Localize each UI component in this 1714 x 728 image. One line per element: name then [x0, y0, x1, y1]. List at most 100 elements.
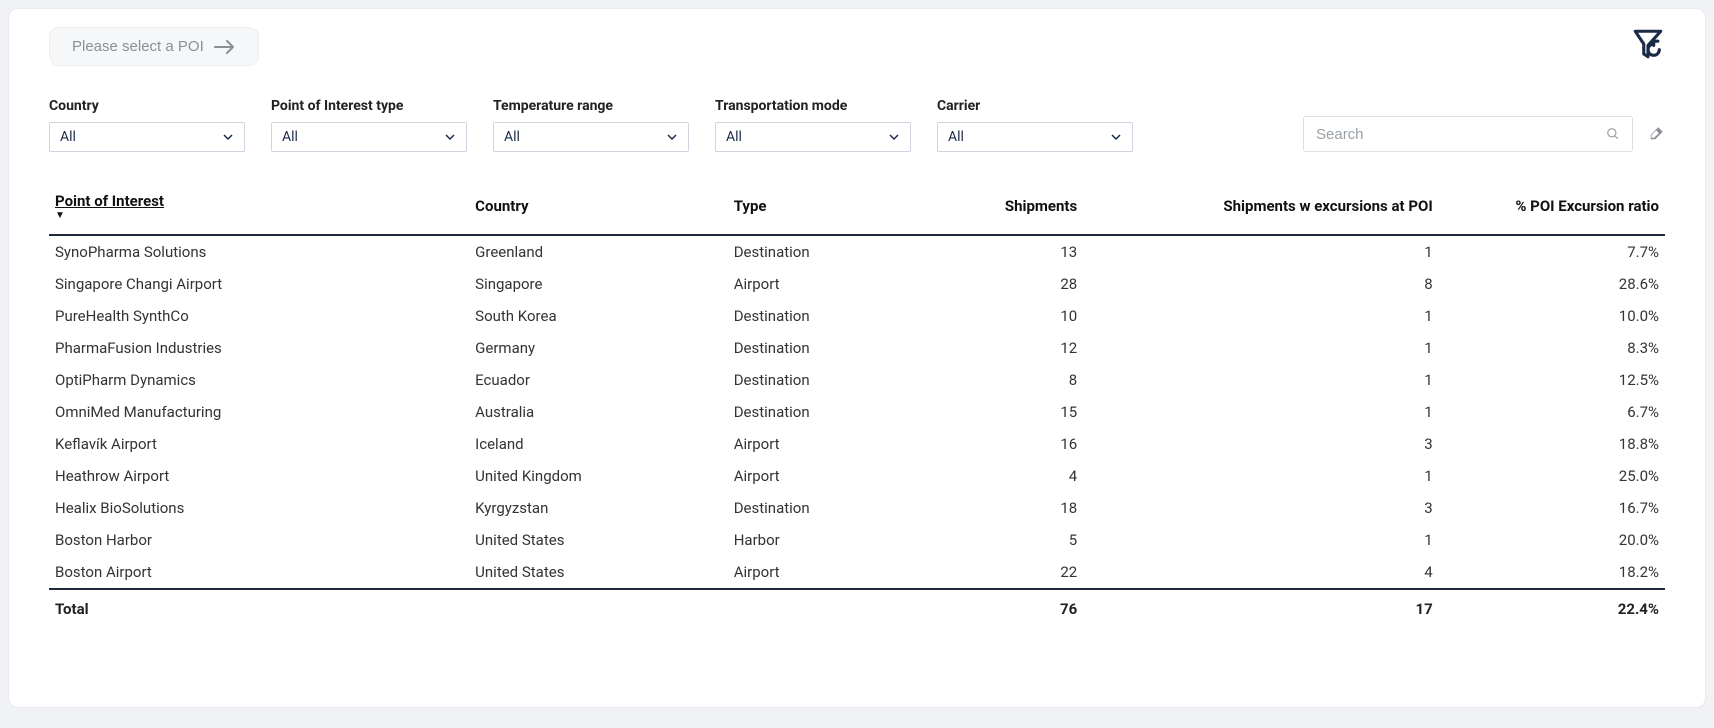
cell-poi: PharmaFusion Industries — [49, 332, 469, 364]
cell-excursions: 4 — [1083, 556, 1439, 589]
cell-country: Australia — [469, 396, 728, 428]
cell-poi: OmniMed Manufacturing — [49, 396, 469, 428]
search-icon — [1606, 127, 1620, 141]
column-header-excursions[interactable]: Shipments w excursions at POI — [1083, 182, 1439, 235]
cell-ratio: 20.0% — [1439, 524, 1665, 556]
table-row[interactable]: Singapore Changi AirportSingaporeAirport… — [49, 268, 1665, 300]
column-header-type[interactable]: Type — [728, 182, 922, 235]
column-header-shipments[interactable]: Shipments — [922, 182, 1084, 235]
cell-country: Greenland — [469, 235, 728, 268]
cell-type: Destination — [728, 332, 922, 364]
filter-country-select[interactable]: All — [49, 122, 245, 152]
table-row[interactable]: Boston HarborUnited StatesHarbor5120.0% — [49, 524, 1665, 556]
filter-poi-type-value: All — [282, 129, 298, 145]
filter-poi-type-select[interactable]: All — [271, 122, 467, 152]
cell-country: Germany — [469, 332, 728, 364]
cell-shipments: 22 — [922, 556, 1084, 589]
cell-type: Airport — [728, 460, 922, 492]
cell-shipments: 12 — [922, 332, 1084, 364]
cell-country: United States — [469, 524, 728, 556]
cell-type: Destination — [728, 492, 922, 524]
chevron-down-icon — [1110, 131, 1122, 143]
cell-country: United States — [469, 556, 728, 589]
chevron-down-icon — [888, 131, 900, 143]
cell-country: Kyrgyzstan — [469, 492, 728, 524]
table-row[interactable]: OmniMed ManufacturingAustraliaDestinatio… — [49, 396, 1665, 428]
chevron-down-icon — [444, 131, 456, 143]
cell-excursions: 8 — [1083, 268, 1439, 300]
cell-excursions: 3 — [1083, 428, 1439, 460]
total-shipments: 76 — [922, 589, 1084, 628]
cell-type: Destination — [728, 364, 922, 396]
chevron-down-icon — [222, 131, 234, 143]
cell-excursions: 1 — [1083, 332, 1439, 364]
cell-ratio: 16.7% — [1439, 492, 1665, 524]
cell-poi: Boston Harbor — [49, 524, 469, 556]
cell-ratio: 6.7% — [1439, 396, 1665, 428]
cell-poi: PureHealth SynthCo — [49, 300, 469, 332]
cell-ratio: 18.8% — [1439, 428, 1665, 460]
search-box[interactable] — [1303, 116, 1633, 152]
cell-poi: Healix BioSolutions — [49, 492, 469, 524]
filter-temp-range-label: Temperature range — [493, 98, 689, 114]
cell-excursions: 1 — [1083, 396, 1439, 428]
cell-ratio: 8.3% — [1439, 332, 1665, 364]
search-input[interactable] — [1316, 126, 1596, 143]
cell-type: Harbor — [728, 524, 922, 556]
cell-country: United Kingdom — [469, 460, 728, 492]
filter-carrier-select[interactable]: All — [937, 122, 1133, 152]
total-ratio: 22.4% — [1439, 589, 1665, 628]
cell-type: Airport — [728, 268, 922, 300]
cell-excursions: 1 — [1083, 460, 1439, 492]
poi-select-button[interactable]: Please select a POI — [49, 27, 259, 66]
table-row[interactable]: Keflavík AirportIcelandAirport16318.8% — [49, 428, 1665, 460]
table-row[interactable]: SynoPharma SolutionsGreenlandDestination… — [49, 235, 1665, 268]
cell-ratio: 10.0% — [1439, 300, 1665, 332]
cell-country: Iceland — [469, 428, 728, 460]
cell-poi: Heathrow Airport — [49, 460, 469, 492]
chevron-down-icon — [666, 131, 678, 143]
cell-type: Airport — [728, 428, 922, 460]
filter-poi-type: Point of Interest type All — [271, 98, 467, 152]
table-row[interactable]: PharmaFusion IndustriesGermanyDestinatio… — [49, 332, 1665, 364]
cell-excursions: 1 — [1083, 524, 1439, 556]
column-header-ratio[interactable]: % POI Excursion ratio — [1439, 182, 1665, 235]
table-total-row: Total 76 17 22.4% — [49, 589, 1665, 628]
sort-desc-icon: ▼ — [55, 212, 65, 220]
filter-country: Country All — [49, 98, 245, 152]
filter-transport-mode-value: All — [726, 129, 742, 145]
table-row[interactable]: Heathrow AirportUnited KingdomAirport412… — [49, 460, 1665, 492]
column-header-country[interactable]: Country — [469, 182, 728, 235]
table-row[interactable]: OptiPharm DynamicsEcuadorDestination8112… — [49, 364, 1665, 396]
poi-select-label: Please select a POI — [72, 38, 204, 55]
column-header-poi[interactable]: Point of Interest ▼ — [49, 182, 469, 235]
filter-carrier-label: Carrier — [937, 98, 1133, 114]
poi-table: Point of Interest ▼ Country Type Shipmen… — [49, 182, 1665, 628]
filter-transport-mode-label: Transportation mode — [715, 98, 911, 114]
cell-excursions: 1 — [1083, 364, 1439, 396]
cell-excursions: 3 — [1083, 492, 1439, 524]
filter-temp-range-select[interactable]: All — [493, 122, 689, 152]
table-row[interactable]: Boston AirportUnited StatesAirport22418.… — [49, 556, 1665, 589]
table-header-row: Point of Interest ▼ Country Type Shipmen… — [49, 182, 1665, 235]
clear-filters-icon[interactable] — [1647, 125, 1665, 143]
cell-ratio: 12.5% — [1439, 364, 1665, 396]
cell-type: Destination — [728, 300, 922, 332]
table-row[interactable]: PureHealth SynthCoSouth KoreaDestination… — [49, 300, 1665, 332]
filter-poi-type-label: Point of Interest type — [271, 98, 467, 114]
dashboard-card: Please select a POI Country All Po — [8, 8, 1706, 708]
cell-shipments: 4 — [922, 460, 1084, 492]
table-row[interactable]: Healix BioSolutionsKyrgyzstanDestination… — [49, 492, 1665, 524]
cell-country: Ecuador — [469, 364, 728, 396]
filter-transport-mode-select[interactable]: All — [715, 122, 911, 152]
cell-shipments: 13 — [922, 235, 1084, 268]
cell-poi: Singapore Changi Airport — [49, 268, 469, 300]
app-logo-icon — [1631, 27, 1665, 65]
cell-poi: Keflavík Airport — [49, 428, 469, 460]
cell-type: Destination — [728, 396, 922, 428]
filter-temp-range: Temperature range All — [493, 98, 689, 152]
cell-type: Destination — [728, 235, 922, 268]
cell-shipments: 16 — [922, 428, 1084, 460]
cell-shipments: 15 — [922, 396, 1084, 428]
column-header-poi-label: Point of Interest — [55, 192, 164, 210]
